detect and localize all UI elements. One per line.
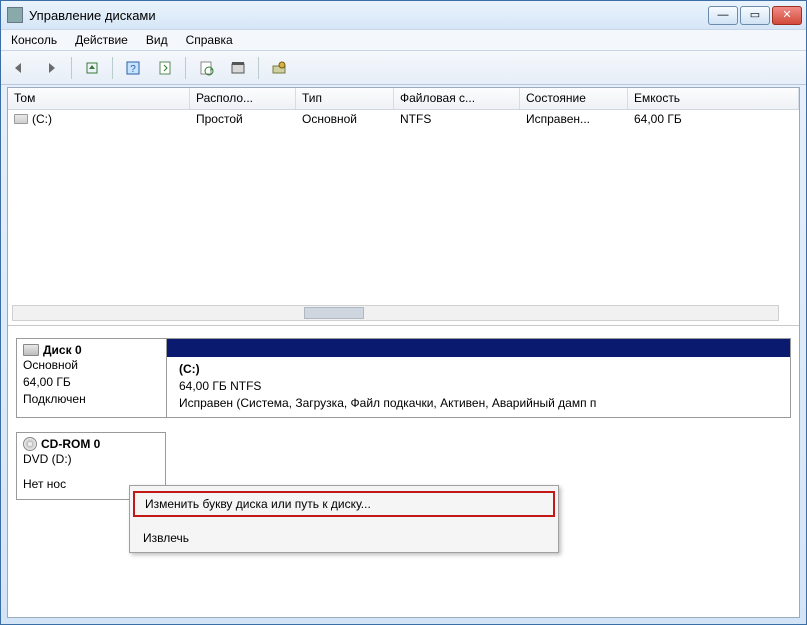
col-type[interactable]: Тип (296, 88, 394, 109)
help-button[interactable]: ? (121, 56, 145, 80)
col-capacity[interactable]: Емкость (628, 88, 799, 109)
forward-button[interactable] (39, 56, 63, 80)
menu-help[interactable]: Справка (186, 33, 233, 47)
back-button[interactable] (7, 56, 31, 80)
separator (71, 57, 72, 79)
up-icon (84, 60, 100, 76)
partition-status: Исправен (Система, Загрузка, Файл подкач… (179, 396, 596, 410)
col-layout[interactable]: Располо... (190, 88, 296, 109)
props-button[interactable] (226, 56, 250, 80)
maximize-button[interactable]: ▭ (740, 6, 770, 25)
toolbar: ? (1, 51, 806, 85)
refresh-button[interactable] (194, 56, 218, 80)
volume-list[interactable]: Том Располо... Тип Файловая с... Состоян… (8, 88, 799, 326)
refresh-icon (198, 60, 214, 76)
partition-capacity: 64,00 ГБ NTFS (179, 379, 261, 393)
separator (185, 57, 186, 79)
disk-0-label[interactable]: Диск 0 Основной 64,00 ГБ Подключен (16, 338, 166, 418)
disk-diagram: Диск 0 Основной 64,00 ГБ Подключен (C:) … (8, 328, 799, 617)
sheet-refresh-icon (157, 60, 173, 76)
scroll-thumb[interactable] (304, 307, 364, 319)
app-icon (7, 7, 23, 23)
titlebar[interactable]: Управление дисками — ▭ ✕ (1, 1, 806, 29)
col-status[interactable]: Состояние (520, 88, 628, 109)
volume-status: Исправен... (520, 112, 628, 130)
disk-icon (23, 344, 39, 356)
up-button[interactable] (80, 56, 104, 80)
volume-fs: NTFS (394, 112, 520, 130)
h-scrollbar[interactable] (12, 305, 779, 321)
menu-console[interactable]: Консоль (11, 33, 57, 47)
separator (112, 57, 113, 79)
settings-button[interactable] (267, 56, 291, 80)
col-volume[interactable]: Том (8, 88, 190, 109)
help-icon: ? (125, 60, 141, 76)
props-icon (230, 60, 246, 76)
col-fs[interactable]: Файловая с... (394, 88, 520, 109)
arrow-right-icon (43, 60, 59, 76)
disk-0-partition[interactable]: (C:) 64,00 ГБ NTFS Исправен (Система, За… (166, 338, 791, 418)
disk-settings-icon (271, 60, 287, 76)
menu-action[interactable]: Действие (75, 33, 128, 47)
volume-icon (14, 114, 28, 124)
separator (258, 57, 259, 79)
volume-row[interactable]: (C:) Простой Основной NTFS Исправен... 6… (8, 110, 799, 130)
ctx-change-drive-letter[interactable]: Изменить букву диска или путь к диску... (133, 491, 555, 517)
volume-capacity: 64,00 ГБ (628, 112, 799, 130)
volume-name: (C:) (8, 112, 190, 130)
partition-header (167, 339, 790, 357)
partition-volume: (C:) (179, 362, 200, 376)
arrow-left-icon (11, 60, 27, 76)
ctx-eject[interactable]: Извлечь (133, 527, 555, 549)
disk-management-window: Управление дисками — ▭ ✕ Консоль Действи… (0, 0, 807, 625)
svg-text:?: ? (130, 64, 136, 75)
context-menu: Изменить букву диска или путь к диску...… (129, 485, 559, 553)
close-button[interactable]: ✕ (772, 6, 802, 25)
volume-layout: Простой (190, 112, 296, 130)
minimize-button[interactable]: — (708, 6, 738, 25)
refresh-list-button[interactable] (153, 56, 177, 80)
disk-0-row[interactable]: Диск 0 Основной 64,00 ГБ Подключен (C:) … (16, 338, 791, 418)
menu-view[interactable]: Вид (146, 33, 168, 47)
menubar: Консоль Действие Вид Справка (1, 29, 806, 51)
list-header[interactable]: Том Располо... Тип Файловая с... Состоян… (8, 88, 799, 110)
volume-type: Основной (296, 112, 394, 130)
window-title: Управление дисками (29, 8, 708, 23)
cd-icon (23, 437, 37, 451)
